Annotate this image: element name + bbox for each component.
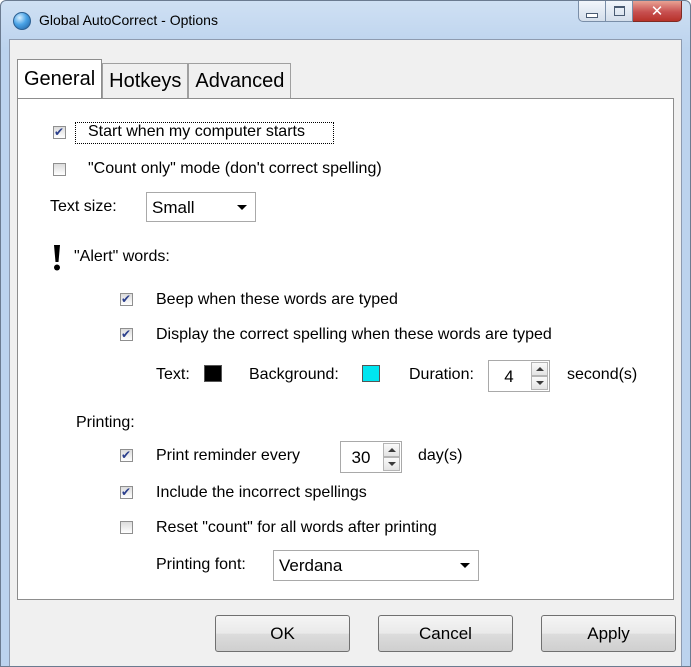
tab-general[interactable]: General (17, 59, 103, 98)
globe-icon (13, 12, 31, 30)
duration-label: Duration: (409, 366, 474, 383)
spin-down-icon[interactable] (383, 457, 400, 471)
close-button[interactable]: ✕ (633, 1, 682, 22)
print-reminder-checkbox[interactable] (120, 448, 133, 462)
print-reminder-value: 30 (351, 448, 371, 467)
chevron-down-icon (460, 563, 470, 568)
ok-button[interactable]: OK (215, 615, 350, 652)
printing-font-dropdown[interactable]: Verdana (273, 550, 479, 581)
text-size-label: Text size: (50, 198, 117, 215)
include-incorrect-label[interactable]: Include the incorrect spellings (156, 484, 367, 502)
print-reminder-unit: day(s) (418, 447, 463, 464)
maximize-button[interactable] (606, 1, 633, 22)
text-size-dropdown[interactable]: Small (146, 192, 256, 222)
spin-up-icon[interactable] (383, 443, 400, 457)
minimize-button[interactable] (578, 1, 606, 22)
exclamation-icon (54, 245, 60, 271)
close-icon: ✕ (650, 1, 664, 20)
cancel-button[interactable]: Cancel (378, 615, 513, 652)
duration-unit: second(s) (567, 366, 638, 383)
reset-count-label[interactable]: Reset "count" for all words after printi… (156, 519, 437, 537)
print-reminder-spinner[interactable]: 30 (340, 441, 402, 473)
caption-buttons: ✕ (578, 1, 682, 23)
text-color-label: Text: (156, 366, 190, 383)
window-title: Global AutoCorrect - Options (39, 12, 218, 28)
tab-hotkeys[interactable]: Hotkeys (102, 63, 189, 98)
printing-font-value: Verdana (279, 556, 343, 575)
start-with-computer-label[interactable]: Start when my computer starts (88, 123, 305, 141)
chevron-down-icon (237, 205, 247, 210)
background-color-label: Background: (249, 366, 339, 383)
maximize-icon (613, 6, 625, 16)
spin-down-icon[interactable] (531, 376, 548, 390)
count-only-label[interactable]: "Count only" mode (don't correct spellin… (88, 160, 382, 178)
background-color-swatch[interactable] (362, 365, 380, 382)
apply-button[interactable]: Apply (541, 615, 676, 652)
tab-strip: General Hotkeys Advanced (17, 59, 292, 99)
display-correct-checkbox[interactable] (120, 327, 133, 341)
duration-value: 4 (504, 367, 514, 386)
minimize-icon (586, 12, 598, 18)
spin-up-icon[interactable] (531, 362, 548, 376)
text-color-swatch[interactable] (204, 365, 222, 382)
printing-font-label: Printing font: (156, 556, 246, 573)
tab-advanced[interactable]: Advanced (188, 63, 292, 98)
printing-heading: Printing: (76, 414, 135, 431)
title-bar[interactable]: Global AutoCorrect - Options ✕ (1, 1, 690, 39)
options-window: Global AutoCorrect - Options ✕ General H… (0, 0, 691, 667)
print-reminder-label[interactable]: Print reminder every (156, 447, 300, 465)
display-correct-label[interactable]: Display the correct spelling when these … (156, 326, 552, 344)
text-size-value: Small (152, 198, 195, 217)
start-with-computer-checkbox[interactable] (53, 125, 66, 139)
beep-label[interactable]: Beep when these words are typed (156, 291, 398, 309)
reset-count-checkbox[interactable] (120, 521, 133, 534)
alert-words-heading: "Alert" words: (74, 248, 170, 265)
beep-checkbox[interactable] (120, 292, 133, 306)
include-incorrect-checkbox[interactable] (120, 485, 133, 499)
count-only-checkbox[interactable] (53, 163, 66, 176)
duration-spinner[interactable]: 4 (488, 360, 550, 392)
